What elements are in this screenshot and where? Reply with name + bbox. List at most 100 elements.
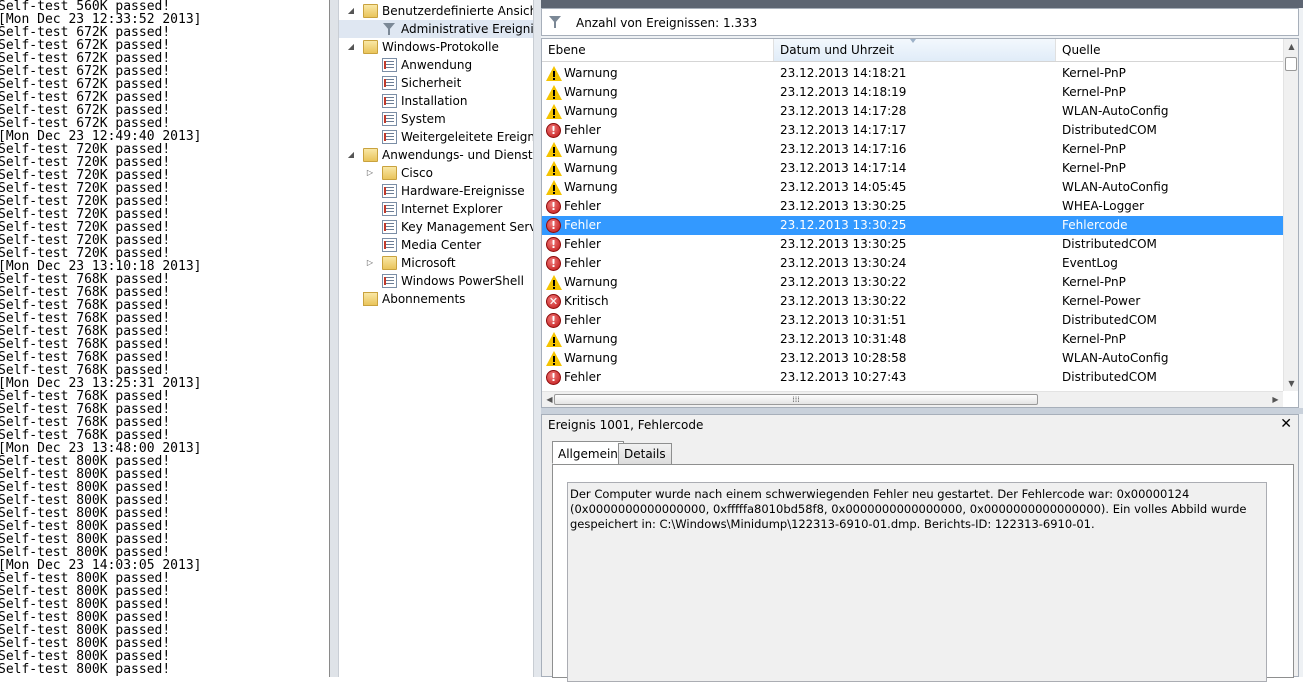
tree-item-label: Anwendung [401, 58, 473, 72]
table-row[interactable]: ! Fehler 23.12.2013 13:30:25 Fehlercode [542, 216, 1283, 235]
tree-item-anwendung[interactable]: Anwendung [339, 56, 533, 74]
tree-item-hardware-ereignisse[interactable]: Hardware-Ereignisse [339, 182, 533, 200]
table-row[interactable]: Warnung 23.12.2013 14:05:45 WLAN-AutoConfi… [542, 178, 1283, 197]
critical-icon: ✕ [546, 294, 561, 309]
table-row[interactable]: Warnung 23.12.2013 10:28:58 WLAN-AutoConfi… [542, 349, 1283, 368]
error-icon: ! [546, 313, 561, 328]
tree-item-abonnements[interactable]: Abonnements [339, 290, 533, 308]
event-count-label: Anzahl von Ereignissen: 1.333 [576, 16, 758, 30]
source-cell: EventLog [1062, 256, 1118, 270]
table-row[interactable]: ! Fehler 23.12.2013 13:30:25 DistributedCOM [542, 235, 1283, 254]
level-cell: Warnung [564, 275, 618, 289]
collapse-arrow-icon[interactable]: ◢ [347, 7, 355, 15]
datetime-cell: 23.12.2013 14:17:17 [780, 123, 907, 137]
tree-item-installation[interactable]: Installation [339, 92, 533, 110]
scroll-right-icon[interactable]: ▶ [1268, 392, 1283, 407]
tree-item-anwendungs-und-dienstprotokolle[interactable]: ◢ Anwendungs- und Dienstprotokolle [339, 146, 533, 164]
tree-item-windows-powershell[interactable]: Windows PowerShell [339, 272, 533, 290]
tree-splitter[interactable] [533, 0, 541, 677]
table-row[interactable]: ! Fehler 23.12.2013 13:30:24 EventLog [542, 254, 1283, 273]
level-cell: Warnung [564, 332, 618, 346]
tree-item-windows-protokolle[interactable]: ◢ Windows-Protokolle [339, 38, 533, 56]
horizontal-scrollbar[interactable]: ◀ ⁞⁞⁞ ▶ [542, 391, 1283, 407]
datetime-cell: 23.12.2013 14:17:28 [780, 104, 907, 118]
table-row[interactable]: Warnung 23.12.2013 14:18:21 Kernel-PnP [542, 64, 1283, 83]
expand-arrow-icon[interactable]: ▷ [366, 169, 374, 177]
source-cell: Kernel-PnP [1062, 161, 1126, 175]
table-row[interactable]: Warnung 23.12.2013 14:17:14 Kernel-PnP [542, 159, 1283, 178]
tab-details[interactable]: Details [618, 443, 672, 465]
vertical-scrollbar[interactable]: ▲ ▼ [1283, 39, 1298, 391]
source-cell: DistributedCOM [1062, 123, 1157, 137]
source-cell: WLAN-AutoConfig [1062, 104, 1169, 118]
warning-mark [553, 280, 555, 286]
column-header-level[interactable]: Ebene [542, 39, 774, 61]
subscriptions-icon [363, 292, 378, 306]
warning-dot [553, 363, 555, 365]
table-row[interactable]: Warnung 23.12.2013 13:30:22 Kernel-PnP [542, 273, 1283, 292]
expand-arrow-icon[interactable]: ▷ [366, 259, 374, 267]
tab-allgemein[interactable]: Allgemein [552, 441, 624, 464]
folder-icon [363, 40, 378, 54]
source-cell: DistributedCOM [1062, 313, 1157, 327]
level-cell: Kritisch [564, 294, 609, 308]
table-row[interactable]: ! Fehler 23.12.2013 13:30:25 WHEA-Logger [542, 197, 1283, 216]
column-header-datetime[interactable]: Datum und Uhrzeit [774, 39, 1056, 61]
collapse-arrow-icon[interactable]: ◢ [347, 151, 355, 159]
datetime-cell: 23.12.2013 13:30:24 [780, 256, 907, 270]
datetime-cell: 23.12.2013 13:30:25 [780, 237, 907, 251]
tree-item-label: Media Center [401, 238, 482, 252]
table-row[interactable]: ! Fehler 23.12.2013 14:17:17 DistributedCOM [542, 121, 1283, 140]
horizontal-scroll-thumb[interactable]: ⁞⁞⁞ [554, 394, 1038, 405]
level-cell: Fehler [564, 123, 601, 137]
tree-item-media-center[interactable]: Media Center [339, 236, 533, 254]
warning-mark [553, 185, 555, 191]
level-cell: Warnung [564, 66, 618, 80]
events-grid[interactable]: Ebene Datum und Uhrzeit Quelle Warnung 23… [541, 38, 1299, 408]
close-icon[interactable]: ✕ [1280, 416, 1292, 432]
tree-item-system[interactable]: System [339, 110, 533, 128]
navigation-tree[interactable]: ◢ Benutzerdefinierte Ansichten Administrat… [339, 0, 533, 677]
tree-item-label: Hardware-Ereignisse [401, 184, 525, 198]
source-cell: WLAN-AutoConfig [1062, 180, 1169, 194]
warning-icon [546, 332, 562, 347]
vertical-scroll-thumb[interactable] [1285, 57, 1297, 71]
scroll-up-icon[interactable]: ▲ [1284, 39, 1298, 54]
warning-icon [546, 142, 562, 157]
tree-item-microsoft[interactable]: ▷ Microsoft [339, 254, 533, 272]
warning-mark [553, 337, 555, 343]
folder-icon [363, 148, 378, 162]
source-cell: WHEA-Logger [1062, 199, 1145, 213]
datetime-cell: 23.12.2013 13:30:25 [780, 199, 907, 213]
table-row[interactable]: Warnung 23.12.2013 10:31:48 Kernel-PnP [542, 330, 1283, 349]
column-header-source[interactable]: Quelle [1056, 39, 1283, 61]
level-cell: Warnung [564, 142, 618, 156]
events-header-bar: Anzahl von Ereignissen: 1.333 [541, 8, 1299, 36]
tree-item-internet-explorer[interactable]: Internet Explorer [339, 200, 533, 218]
level-cell: Warnung [564, 161, 618, 175]
warning-dot [553, 173, 555, 175]
console-output: Self-test 560K passed! [Mon Dec 23 12:33:… [0, 0, 330, 677]
scroll-down-icon[interactable]: ▼ [1284, 376, 1298, 391]
table-row[interactable]: ✕ Kritisch 23.12.2013 13:30:22 Kernel-Power [542, 292, 1283, 311]
table-row[interactable]: ! Fehler 23.12.2013 10:31:51 DistributedCOM [542, 311, 1283, 330]
table-row[interactable]: Warnung 23.12.2013 14:17:16 Kernel-PnP [542, 140, 1283, 159]
tree-item-administrative-ereignisse[interactable]: Administrative Ereignisse [339, 20, 533, 38]
tree-item-key-management-service[interactable]: Key Management Service [339, 218, 533, 236]
tree-item-label: Windows PowerShell [401, 274, 524, 288]
tree-item-weitergeleitete-ereignisse[interactable]: Weitergeleitete Ereignisse [339, 128, 533, 146]
tree-item-cisco[interactable]: ▷ Cisco [339, 164, 533, 182]
source-cell: Kernel-PnP [1062, 142, 1126, 156]
log-icon [382, 58, 397, 72]
event-message-text[interactable]: Der Computer wurde nach einem schwerwieg… [567, 482, 1267, 682]
log-icon [382, 112, 397, 126]
table-row[interactable]: Warnung 23.12.2013 14:17:28 WLAN-AutoConfi… [542, 102, 1283, 121]
table-row[interactable]: ! Fehler 23.12.2013 10:27:43 DistributedCOM [542, 368, 1283, 387]
datetime-cell: 23.12.2013 10:27:43 [780, 370, 907, 384]
collapse-arrow-icon[interactable]: ◢ [347, 43, 355, 51]
tree-item-sicherheit[interactable]: Sicherheit [339, 74, 533, 92]
tree-item-label: Administrative Ereignisse [401, 20, 533, 38]
tree-item-benutzerdefinierte-ansichten[interactable]: ◢ Benutzerdefinierte Ansichten [339, 2, 533, 20]
table-row[interactable]: Warnung 23.12.2013 14:18:19 Kernel-PnP [542, 83, 1283, 102]
datetime-cell: 23.12.2013 10:31:51 [780, 313, 907, 327]
